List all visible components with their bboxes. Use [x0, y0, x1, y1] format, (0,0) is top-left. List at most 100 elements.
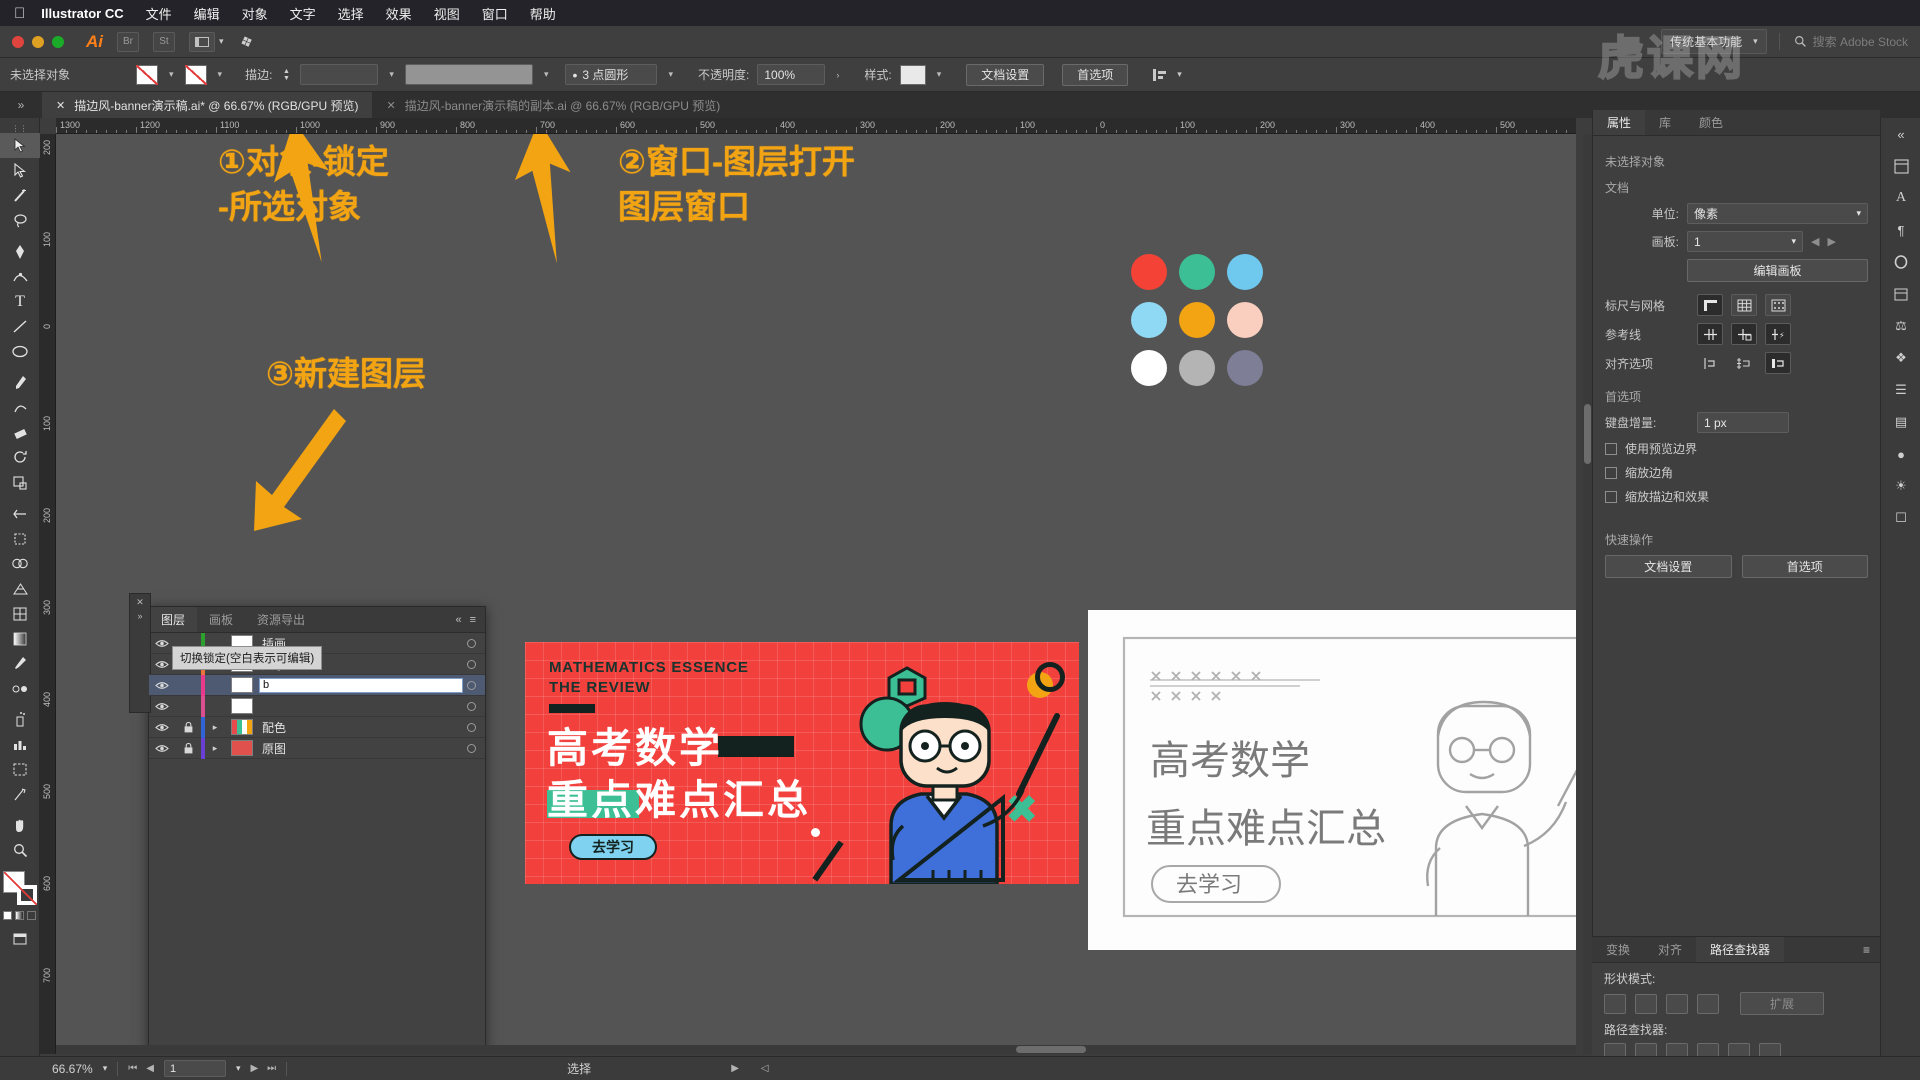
stroke-weight-field[interactable] [300, 64, 379, 85]
status-menu-icon[interactable]: ◁ [761, 1063, 769, 1074]
dock-expand-icon[interactable]: « [1881, 118, 1920, 150]
chevron-down-icon[interactable]: ▾ [219, 36, 224, 47]
visibility-eye-icon[interactable] [149, 702, 175, 711]
none-swatch-button[interactable] [27, 911, 36, 920]
pathfinder-menu-icon[interactable]: ≡ [1863, 937, 1880, 962]
align-to-selection-icon[interactable] [1697, 352, 1723, 374]
vertical-ruler[interactable]: 200 100 0 100 200 300 400 500 600 700 [40, 134, 56, 1054]
unit-select[interactable]: 像素 ▾ [1687, 203, 1868, 224]
next-artboard-icon[interactable]: ▶ [250, 1063, 258, 1074]
brush-definition-field[interactable]: • 3 点圆形 [565, 64, 658, 85]
close-icon[interactable]: ✕ [130, 594, 150, 608]
tool-rotate[interactable] [0, 445, 40, 470]
minus-front-icon[interactable] [1635, 993, 1657, 1014]
tool-ellipse[interactable] [0, 339, 40, 364]
arrange-documents-icon[interactable] [189, 31, 215, 52]
tool-perspective-grid[interactable] [0, 576, 40, 601]
tool-shaper[interactable] [0, 395, 40, 420]
expand-triangle-icon[interactable]: ▸ [205, 743, 225, 754]
tool-column-graph[interactable] [0, 732, 40, 757]
smart-guides-icon[interactable] [1731, 323, 1757, 345]
canvas-vertical-scrollbar[interactable] [1583, 134, 1592, 1054]
lock-guides-icon[interactable]: ⚡ [1765, 323, 1791, 345]
menu-object[interactable]: 对象 [242, 4, 268, 23]
align-to-key-object-icon[interactable] [1731, 352, 1757, 374]
tool-lasso[interactable] [0, 208, 40, 233]
tab-artboards[interactable]: 画板 [197, 607, 245, 632]
panel-dock-grip[interactable]: ✕ » [129, 593, 151, 713]
checkbox-icon[interactable] [1605, 466, 1617, 479]
tab-transform[interactable]: 变换 [1592, 937, 1644, 962]
dock-brushes-icon[interactable]: ❖ [1881, 342, 1920, 374]
visibility-eye-icon[interactable] [149, 744, 175, 753]
quick-document-setup-button[interactable]: 文档设置 [1605, 555, 1732, 578]
tool-free-transform[interactable] [0, 526, 40, 551]
tool-gradient[interactable] [0, 626, 40, 651]
chevron-down-icon[interactable]: ▾ [103, 1063, 108, 1074]
layer-target-indicator[interactable] [467, 701, 476, 711]
layer-name-input[interactable]: b [259, 677, 463, 693]
layer-row-5[interactable]: ▸ 配色 [149, 716, 485, 738]
tool-curvature[interactable] [0, 264, 40, 289]
next-artboard-icon[interactable]: ▶ [1827, 235, 1835, 248]
canvas-area[interactable]: ①对象-锁定 -所选对象 ②窗口-图层打开 图层窗口 ③新建图层 [56, 134, 1576, 1054]
tool-blend[interactable] [0, 676, 40, 701]
chevron-down-icon[interactable]: ▾ [215, 69, 226, 80]
align-dropdown[interactable]: ▾ [1152, 68, 1182, 82]
tool-zoom[interactable] [0, 838, 40, 863]
tool-magic-wand[interactable] [0, 183, 40, 208]
expand-button[interactable]: 扩展 [1740, 992, 1824, 1015]
edit-artboard-button[interactable]: 编辑画板 [1687, 259, 1868, 282]
tool-symbol-sprayer[interactable] [0, 707, 40, 732]
previous-artboard-icon[interactable]: ◀ [146, 1063, 154, 1074]
tab-properties[interactable]: 属性 [1593, 110, 1646, 135]
variable-width-profile-field[interactable] [404, 64, 533, 85]
dock-align-icon[interactable]: ☰ [1881, 374, 1920, 406]
maximize-window-button[interactable] [52, 35, 64, 48]
expand-tabs-icon[interactable]: » [0, 92, 42, 118]
tool-slice[interactable] [0, 782, 40, 807]
menu-file[interactable]: 文件 [146, 4, 172, 23]
layer-row-6[interactable]: ▸ 原图 [149, 737, 485, 759]
stroke-swatch[interactable] [184, 64, 207, 85]
dock-libraries-icon[interactable] [1881, 278, 1920, 310]
chevron-down-icon[interactable]: ▾ [236, 1063, 241, 1074]
dock-symbols-icon[interactable]: ⚖ [1881, 310, 1920, 342]
tool-line-segment[interactable] [0, 314, 40, 339]
pathfinder-panel[interactable]: 变换 对齐 路径查找器 ≡ 形状模式: 扩展 路径查找器: [1592, 936, 1880, 1063]
horizontal-ruler[interactable]: 1300 1200 1100 1000 900 800 700 600 500 400 300 200… [56, 118, 1576, 134]
fill-swatch[interactable] [136, 64, 158, 85]
layer-target-indicator[interactable] [467, 638, 476, 648]
dock-appearance-icon[interactable]: ☀ [1881, 470, 1920, 502]
tab-pathfinder[interactable]: 路径查找器 [1696, 937, 1785, 962]
collapse-icon[interactable]: » [130, 608, 150, 621]
toolbar-grip[interactable]: ⋮⋮ [0, 124, 39, 133]
panel-menu-icon[interactable]: ≡ [470, 614, 476, 626]
apple-logo-icon[interactable]:  [14, 6, 25, 21]
intersect-icon[interactable] [1666, 993, 1688, 1014]
quick-preferences-button[interactable]: 首选项 [1741, 555, 1868, 578]
minimize-window-button[interactable] [32, 35, 44, 48]
opacity-field[interactable]: 100% [757, 64, 826, 85]
close-icon[interactable]: ✕ [56, 99, 65, 112]
tool-scale[interactable] [0, 470, 40, 495]
close-icon[interactable]: ✕ [386, 99, 395, 112]
tab-layers[interactable]: 图层 [149, 607, 198, 632]
tab-libraries[interactable]: 库 [1645, 110, 1685, 135]
artboard-select[interactable]: 1 ▾ [1687, 231, 1803, 252]
properties-panel[interactable]: 属性 库 颜色 未选择对象 文档 单位: 像素 ▾ 画板: 1 ▾ ◀ ▶ 编辑… [1592, 110, 1880, 936]
dock-artboards-icon[interactable]: ☐ [1881, 502, 1920, 534]
tab-color[interactable]: 颜色 [1685, 110, 1737, 135]
expand-triangle-icon[interactable]: ▸ [205, 722, 225, 733]
lock-icon[interactable] [175, 721, 201, 733]
zoom-level-value[interactable]: 66.67% [52, 1062, 93, 1076]
menu-select[interactable]: 选择 [338, 4, 364, 23]
show-transparency-grid-icon[interactable] [1765, 294, 1791, 316]
tab-asset-export[interactable]: 资源导出 [245, 607, 317, 632]
dock-stroke-icon[interactable] [1881, 246, 1920, 278]
collapse-panel-icon[interactable]: « [455, 614, 461, 626]
chevron-down-icon[interactable]: ▾ [541, 69, 552, 80]
document-tab-2[interactable]: ✕ 描边风-banner演示稿的副本.ai @ 66.67% (RGB/GPU … [372, 92, 735, 118]
layer-target-indicator[interactable] [467, 722, 476, 732]
show-guides-icon[interactable] [1697, 323, 1723, 345]
